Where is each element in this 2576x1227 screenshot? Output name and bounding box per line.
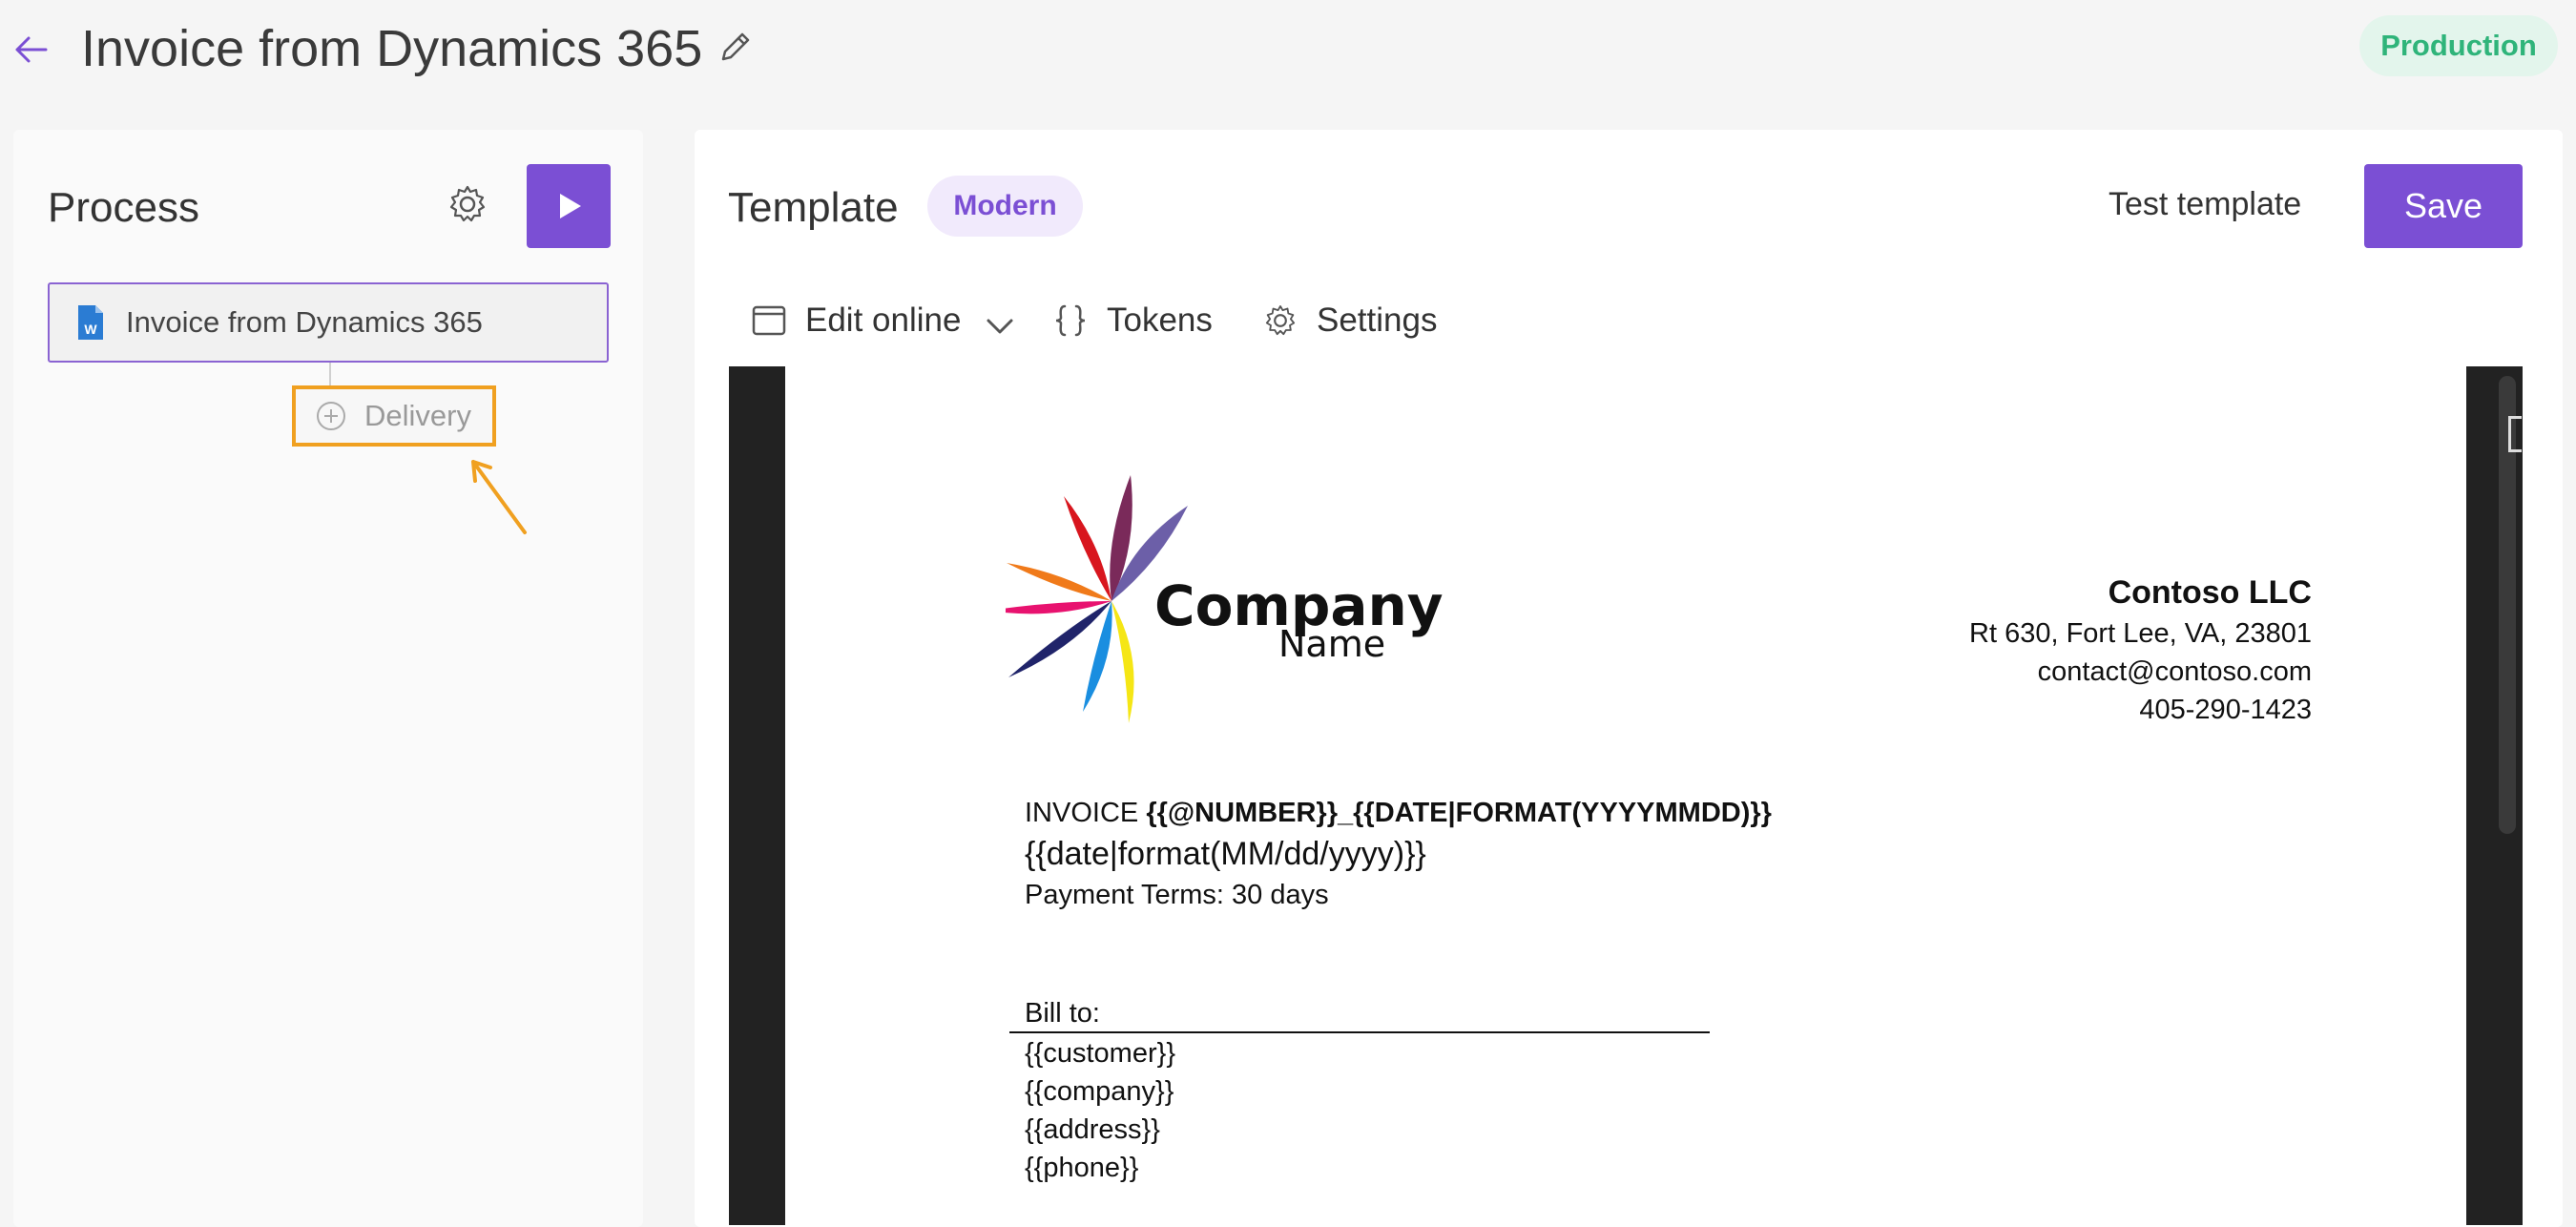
template-title: Template [728,184,899,231]
invoice-number-line: INVOICE {{@NUMBER}}_{{DATE|FORMAT(YYYYMM… [1025,794,1772,832]
invoice-date-token: {{date|format(MM/dd/yyyy)}} [1025,836,1426,872]
payment-terms: Payment Terms: 30 days [1025,880,1329,910]
bill-to-fields: {{customer}} {{company}} {{address}} {{p… [1025,1034,1175,1187]
chevron-down-icon[interactable] [981,307,1019,345]
logo-name-text: Name [1278,623,1386,665]
add-delivery-button[interactable]: Delivery [292,385,496,447]
company-name: Contoso LLC [2108,574,2312,611]
back-arrow-icon[interactable] [10,29,52,71]
environment-badge: Production [2359,15,2558,76]
window-icon [752,305,786,336]
viewer-frame-icon [2508,416,2522,452]
braces-icon [1055,304,1086,337]
bill-to-field: {{phone}} [1025,1153,1139,1183]
page-title: Invoice from Dynamics 365 [81,20,703,77]
gear-icon[interactable] [445,181,490,227]
tokens-button[interactable]: Tokens [1051,302,1213,340]
tokens-label: Tokens [1107,302,1213,339]
bill-to-field: {{customer}} [1025,1038,1175,1069]
edit-online-label: Edit online [805,302,962,339]
invoice-number-token: {{@NUMBER}}_{{DATE|FORMAT(YYYYMMDD)}} [1146,798,1772,828]
settings-button[interactable]: Settings [1261,302,1437,340]
process-item-document[interactable]: W Invoice from Dynamics 365 [48,282,609,363]
play-icon [560,194,581,218]
company-email: contact@contoso.com [2037,656,2312,687]
test-template-button[interactable]: Test template [2109,186,2301,223]
company-info-block: Contoso LLC Rt 630, Fort Lee, VA, 23801 … [1969,571,2312,729]
template-style-badge[interactable]: Modern [927,176,1083,237]
settings-label: Settings [1317,302,1438,339]
delivery-label: Delivery [364,399,471,432]
company-address: Rt 630, Fort Lee, VA, 23801 [1969,618,2312,649]
bill-to-field: {{address}} [1025,1114,1160,1145]
run-button[interactable] [527,164,611,248]
edit-online-button[interactable]: Edit online [750,302,961,340]
company-phone: 405-290-1423 [2139,695,2312,725]
bill-to-field: {{company}} [1025,1076,1174,1107]
plus-circle-icon [317,402,345,430]
gear-icon [1265,305,1296,336]
save-button[interactable]: Save [2364,164,2523,248]
bill-to-divider [1009,1031,1710,1033]
process-title: Process [48,184,199,231]
annotation-arrow-icon [471,460,527,534]
bill-to-label: Bill to: [1025,998,1100,1029]
pencil-icon[interactable] [716,27,754,69]
process-item-label: Invoice from Dynamics 365 [126,305,483,339]
invoice-prefix: INVOICE [1025,798,1147,828]
word-doc-icon: W [78,305,103,340]
svg-text:W: W [84,322,97,337]
